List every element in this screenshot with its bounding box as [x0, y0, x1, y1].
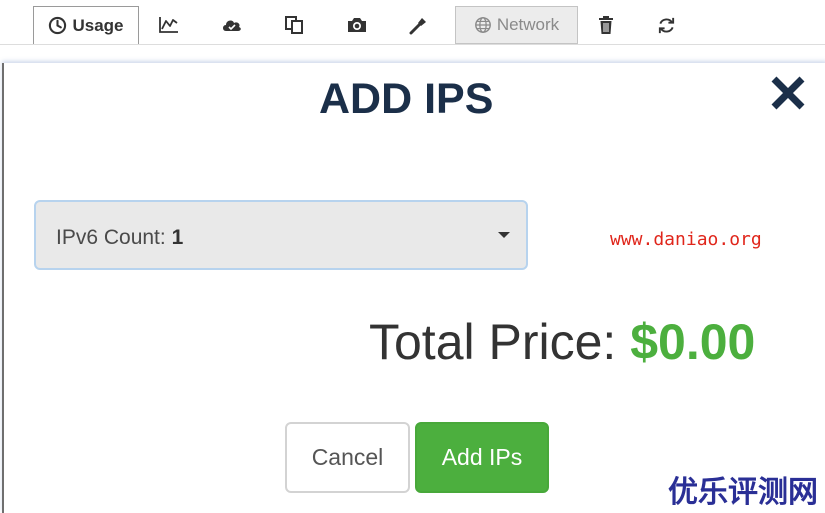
line-chart-icon	[158, 15, 180, 35]
modal-title: ADD IPS	[319, 75, 494, 123]
ipv6-count-value: 1	[171, 226, 184, 249]
tab-tools[interactable]	[400, 6, 438, 44]
cancel-button-label: Cancel	[311, 444, 384, 470]
refresh-icon	[657, 16, 676, 35]
cancel-button[interactable]: Cancel	[285, 422, 410, 493]
tab-backups[interactable]	[213, 6, 251, 44]
toolbar-divider	[0, 44, 825, 45]
tab-graphs[interactable]	[150, 6, 188, 44]
cloud-icon	[221, 16, 243, 34]
tab-destroy[interactable]	[587, 6, 625, 44]
copy-icon	[284, 15, 304, 35]
add-ips-button[interactable]: Add IPs	[415, 422, 549, 493]
globe-icon	[474, 16, 492, 34]
ipv6-count-label-wrap: IPv6 Count: 1	[56, 226, 183, 250]
ipv6-count-select[interactable]: IPv6 Count: 1	[34, 200, 528, 270]
total-price-value: $0.00	[630, 314, 756, 370]
tab-snapshots[interactable]	[338, 6, 376, 44]
tab-usage[interactable]: Usage	[33, 6, 139, 44]
add-ips-button-label: Add IPs	[441, 444, 523, 470]
toolbar: Usage Network	[0, 0, 825, 52]
close-button[interactable]	[768, 73, 808, 113]
tab-network[interactable]: Network	[455, 6, 578, 44]
tab-reinstall[interactable]	[647, 6, 685, 44]
total-price-label: Total Price:	[369, 314, 617, 370]
trash-icon	[598, 15, 614, 35]
caret-down-icon	[498, 232, 510, 238]
tab-clone[interactable]	[275, 6, 313, 44]
tab-usage-label: Usage	[72, 15, 124, 35]
close-icon	[768, 76, 808, 117]
clock-icon	[48, 16, 67, 35]
camera-icon	[346, 16, 368, 34]
watermark-cn: 优乐评测网	[668, 475, 818, 510]
add-ips-modal: ADD IPS IPv6 Count: 1 www.daniao.org Tot…	[2, 63, 825, 513]
tools-icon	[409, 15, 429, 35]
tab-network-label: Network	[496, 15, 560, 34]
total-price: Total Price: $0.00	[369, 313, 755, 371]
watermark-url: www.daniao.org	[610, 229, 762, 250]
ipv6-count-label: IPv6 Count:	[56, 226, 166, 249]
